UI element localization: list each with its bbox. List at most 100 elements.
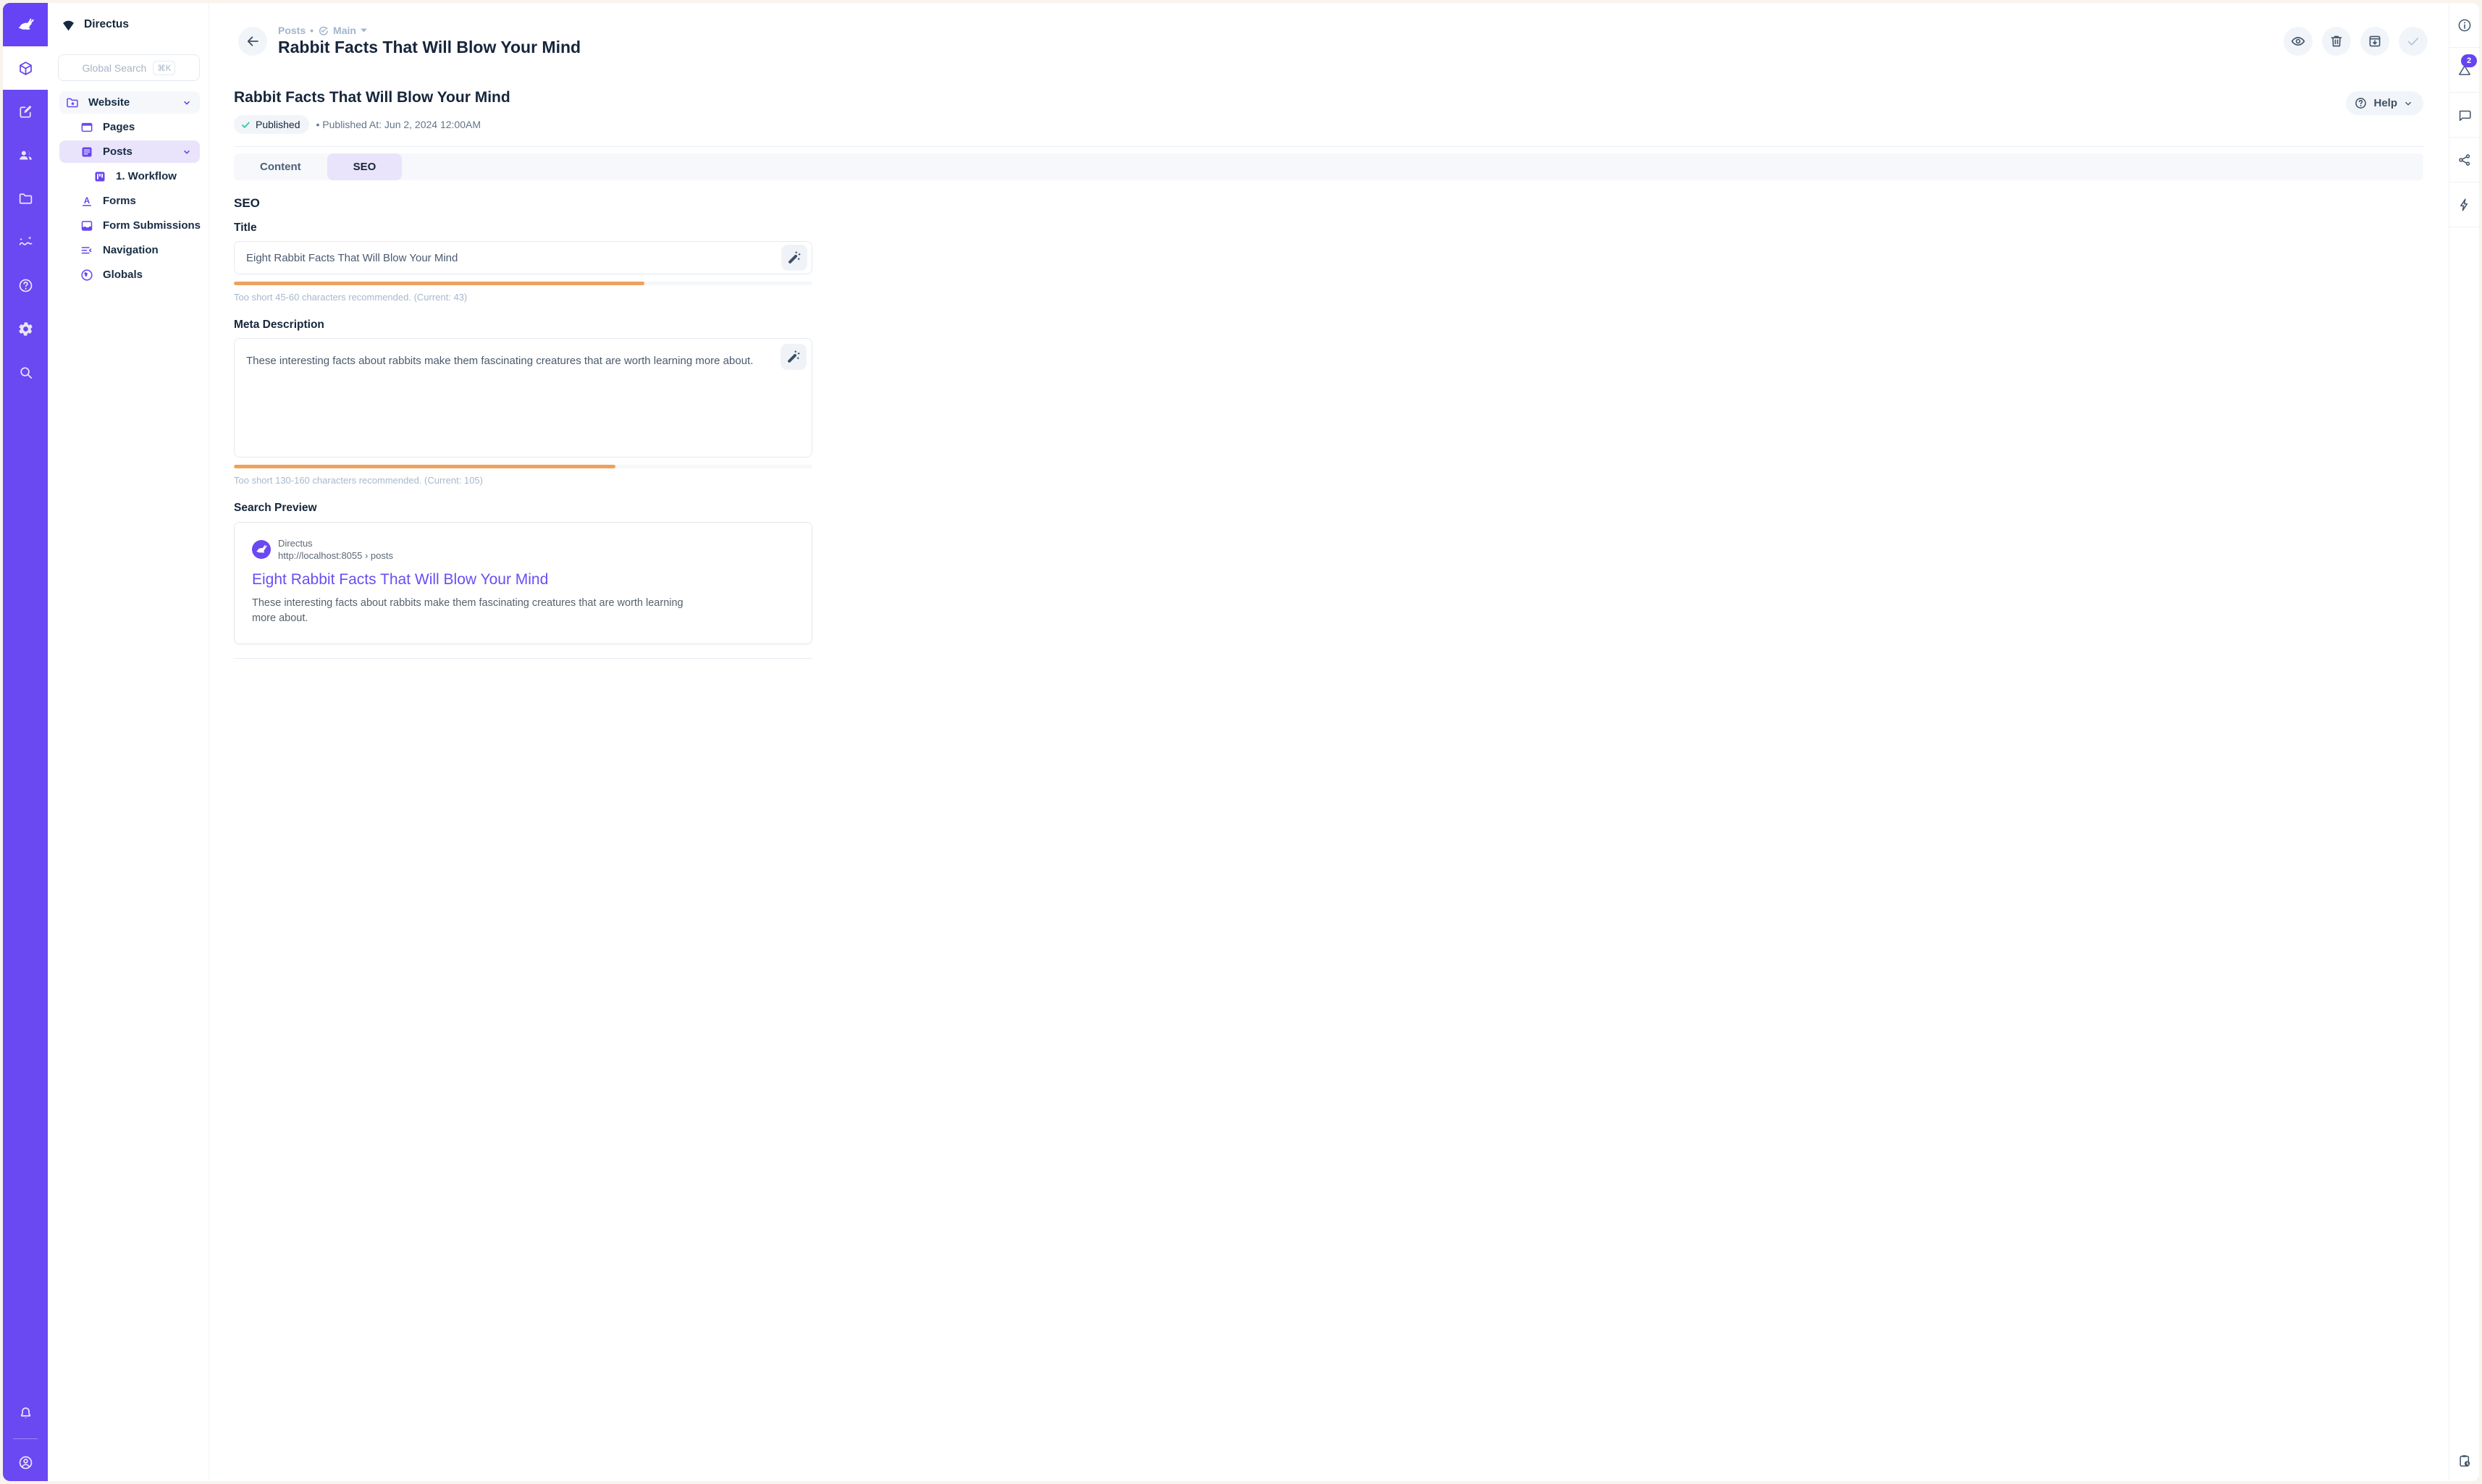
search-shortcut-badge: ⌘K: [153, 61, 175, 75]
seo-meta-helper: Too short 130-160 characters recommended…: [234, 475, 812, 486]
archive-down-icon: [2367, 33, 2383, 49]
search-preview-card: Directus http://localhost:8055 › posts E…: [234, 522, 812, 644]
seo-meta-value: These interesting facts about rabbits ma…: [246, 355, 775, 367]
lightning-icon: [2457, 197, 2473, 213]
nav-item-label: Navigation: [103, 244, 159, 256]
nav-item-pages[interactable]: Pages: [59, 116, 200, 138]
nav-item-website[interactable]: Website: [59, 91, 200, 114]
module-bar: [3, 3, 48, 1481]
bell-icon: [17, 1404, 34, 1421]
project-row[interactable]: Directus: [48, 3, 209, 46]
directus-logo[interactable]: [3, 3, 48, 46]
rabbit-logo-icon: [256, 544, 267, 555]
info-sidebar-button[interactable]: [2449, 3, 2479, 48]
share-sidebar-button[interactable]: [2449, 138, 2479, 182]
module-editor[interactable]: [3, 90, 48, 133]
seo-meta-generate-button[interactable]: [781, 344, 807, 370]
letter-a-icon: A: [80, 194, 94, 208]
nav-item-navigation[interactable]: Navigation: [59, 239, 200, 261]
module-content[interactable]: [3, 46, 48, 90]
notifications-button[interactable]: [3, 1391, 48, 1434]
globe-icon: [80, 268, 94, 282]
global-search-placeholder: Global Search: [83, 62, 147, 74]
posts-article-icon: [80, 145, 94, 159]
content-box-icon: [17, 60, 34, 77]
comment-icon: [2457, 107, 2473, 123]
archive-button[interactable]: [2360, 27, 2389, 56]
item-head: Rabbit Facts That Will Blow Your Mind Pu…: [234, 89, 2423, 134]
seo-form: SEO Title Too sho: [234, 196, 812, 659]
check-icon: [2405, 33, 2421, 49]
seo-title-generate-button[interactable]: [781, 245, 807, 271]
preview-site-avatar: [252, 540, 271, 559]
version-label[interactable]: Main: [333, 25, 356, 36]
help-button[interactable]: Help: [2346, 91, 2423, 115]
header-text: Posts • Main Rabbit Facts That Will Blow…: [278, 25, 581, 57]
project-name: Directus: [84, 18, 129, 31]
nav-item-label: Forms: [103, 195, 136, 207]
delete-button[interactable]: [2322, 27, 2351, 56]
seo-title-progress-track: [234, 282, 812, 285]
nav-item-workflow[interactable]: 1. Workflow: [59, 165, 200, 187]
kanban-icon: [93, 169, 107, 184]
revisions-sidebar-button[interactable]: 2: [2449, 48, 2479, 93]
nav-item-form-submissions[interactable]: Form Submissions: [59, 214, 200, 237]
preview-site-row: Directus http://localhost:8055 › posts: [252, 538, 794, 561]
status-label: Published: [256, 119, 300, 130]
preview-button[interactable]: [2284, 27, 2313, 56]
module-files[interactable]: [3, 177, 48, 220]
navigation-panel: Directus Global Search ⌘K Website: [48, 3, 209, 1481]
module-insights[interactable]: [3, 220, 48, 264]
seo-title-field: [234, 241, 812, 274]
breadcrumb-separator: •: [310, 25, 314, 36]
nav-item-label: 1. Workflow: [116, 170, 177, 182]
nav-list-icon: [80, 243, 94, 258]
account-button[interactable]: [3, 1443, 48, 1481]
comments-sidebar-button[interactable]: [2449, 93, 2479, 138]
nav-item-forms[interactable]: A Forms: [59, 190, 200, 212]
insights-icon: [17, 234, 34, 250]
status-row: Published • Published At: Jun 2, 2024 12…: [234, 115, 510, 134]
help-label: Help: [2373, 97, 2397, 109]
seo-meta-label: Meta Description: [234, 319, 812, 332]
seo-meta-progress-track: [234, 465, 812, 468]
chevron-down-icon[interactable]: [181, 146, 193, 158]
module-search[interactable]: [3, 350, 48, 394]
seo-meta-textarea[interactable]: These interesting facts about rabbits ma…: [234, 338, 812, 458]
chevron-down-icon[interactable]: [181, 97, 193, 109]
folder-icon: [17, 190, 34, 207]
back-button[interactable]: [238, 27, 267, 56]
seo-title-input[interactable]: [234, 241, 812, 274]
global-search-input[interactable]: Global Search ⌘K: [58, 54, 200, 81]
preview-result-description: These interesting facts about rabbits ma…: [252, 596, 686, 626]
version-icon: [318, 25, 329, 36]
eye-icon: [2290, 33, 2306, 49]
seo-section-heading: SEO: [234, 196, 812, 211]
module-users[interactable]: [3, 133, 48, 177]
breadcrumb-collection[interactable]: Posts: [278, 25, 306, 36]
flows-sidebar-button[interactable]: [2449, 182, 2479, 227]
breadcrumb[interactable]: Posts • Main: [278, 25, 581, 36]
save-button[interactable]: [2399, 27, 2428, 56]
svg-text:A: A: [84, 195, 91, 205]
main-body: Rabbit Facts That Will Blow Your Mind Pu…: [209, 57, 2449, 1481]
scheduled-tasks-button[interactable]: [2449, 1441, 2479, 1481]
project-fan-icon: [61, 17, 76, 33]
preview-result-title: Eight Rabbit Facts That Will Blow Your M…: [252, 571, 794, 589]
tab-seo[interactable]: SEO: [327, 153, 403, 180]
chevron-down-icon: [2403, 98, 2413, 109]
rabbit-logo-icon: [17, 17, 34, 33]
nav-items: Website Pages Posts: [48, 91, 209, 288]
module-help[interactable]: [3, 264, 48, 307]
item-title: Rabbit Facts That Will Blow Your Mind: [234, 89, 510, 106]
right-sidebar: 2: [2449, 3, 2479, 1481]
tab-content[interactable]: Content: [234, 153, 327, 180]
preview-site-url: http://localhost:8055 › posts: [278, 550, 393, 561]
nav-item-posts[interactable]: Posts: [59, 140, 200, 163]
meta-progress-fill: [234, 465, 615, 468]
trash-icon: [2329, 33, 2344, 49]
seo-title-label: Title: [234, 222, 812, 235]
module-settings[interactable]: [3, 307, 48, 350]
nav-item-globals[interactable]: Globals: [59, 264, 200, 286]
main-header: Posts • Main Rabbit Facts That Will Blow…: [238, 25, 2428, 57]
